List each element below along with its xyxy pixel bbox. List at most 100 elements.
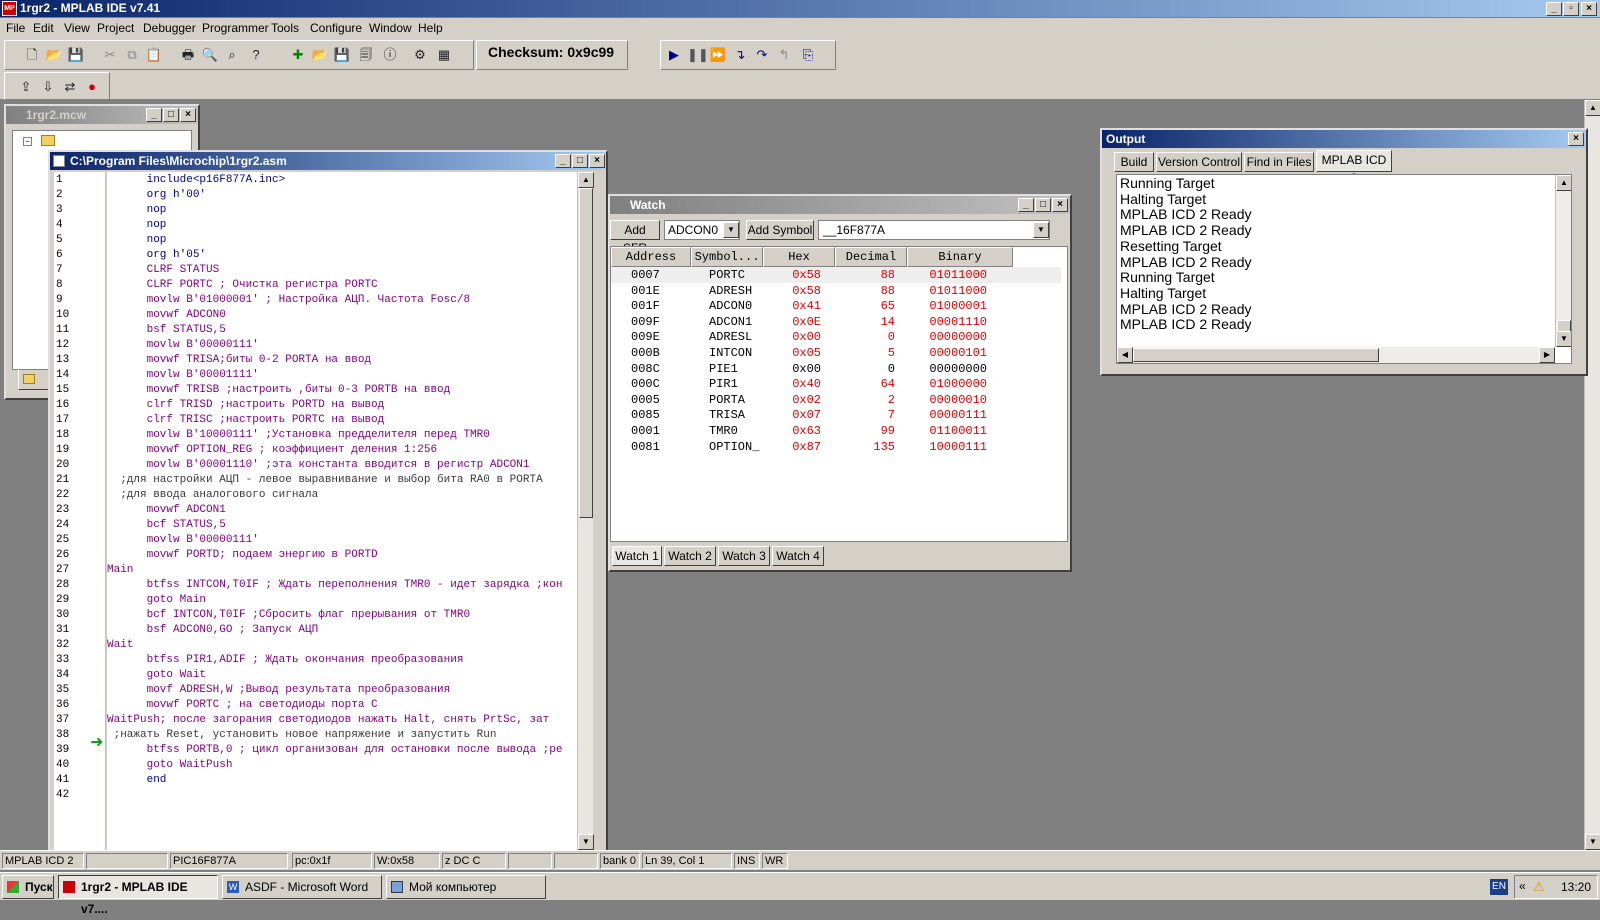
code-line[interactable]: nop — [107, 203, 562, 218]
watch-close-button[interactable]: × — [1052, 198, 1068, 212]
step-over-icon[interactable]: ↷ — [753, 46, 771, 64]
col-binary[interactable]: Binary — [907, 247, 1013, 267]
menu-edit[interactable]: Edit — [33, 21, 54, 35]
tree-expand-icon[interactable]: − — [23, 137, 32, 146]
task-word[interactable]: W ASDF - Microsoft Word — [222, 875, 382, 899]
menu-project[interactable]: Project — [97, 21, 134, 35]
build-all-icon[interactable]: ▦ — [435, 46, 453, 64]
run-icon[interactable]: ▶ — [665, 46, 683, 64]
code-text[interactable]: include<p16F877A.inc> org h'00' nop nop … — [107, 173, 562, 803]
menu-programmer[interactable]: Programmer — [202, 21, 269, 35]
code-line[interactable]: ;для ввода аналогового сигнала — [107, 488, 562, 503]
watch-row[interactable]: 000B INTCON 0x05 5 00000101 — [611, 345, 1061, 361]
output-scroll-down-icon[interactable]: ▼ — [1556, 331, 1571, 347]
col-symbol[interactable]: Symbol... — [691, 247, 763, 267]
editor-maximize-button[interactable]: □ — [572, 154, 588, 168]
code-line[interactable]: nop — [107, 218, 562, 233]
watch-row[interactable]: 000C PIR1 0x40 64 01000000 — [611, 376, 1061, 392]
build-icon[interactable]: ⚙ — [411, 46, 429, 64]
output-text-area[interactable]: Running Target Halting Target MPLAB ICD 2 … — [1116, 174, 1572, 364]
code-line[interactable]: movwf TRISA;биты 0-2 PORTA на ввод — [107, 353, 562, 368]
watch-row[interactable]: 001F ADCON0 0x41 65 01000001 — [611, 298, 1061, 314]
output-horizontal-scrollbar[interactable]: ◀ ▶ — [1117, 347, 1555, 363]
language-indicator[interactable]: EN — [1490, 879, 1508, 895]
output-vertical-scrollbar[interactable]: ▲ ▼ — [1555, 175, 1571, 347]
add-sfr-button[interactable]: Add SFR — [610, 220, 660, 255]
watch-minimize-button[interactable]: _ — [1018, 198, 1034, 212]
sfr-select[interactable]: ADCON0 ▼ — [664, 220, 740, 240]
menu-configure[interactable]: Configure — [310, 21, 362, 35]
read-device-icon[interactable]: ⇩ — [39, 78, 57, 96]
menu-help[interactable]: Help — [418, 21, 443, 35]
find-in-files-icon[interactable]: ⌕ — [223, 46, 241, 64]
close-button[interactable]: × — [1581, 2, 1597, 16]
info-icon[interactable]: ⓘ — [381, 46, 399, 64]
output-scroll-up-icon[interactable]: ▲ — [1556, 175, 1571, 191]
add-symbol-button[interactable]: Add Symbol — [746, 220, 814, 240]
editor-minimize-button[interactable]: _ — [555, 154, 571, 168]
halt-icon[interactable]: ❚❚ — [687, 46, 709, 64]
save-all-icon[interactable]: 🗐 — [357, 46, 375, 64]
tab-version-control[interactable]: Version Control — [1156, 152, 1242, 172]
code-line[interactable]: movlw B'01000001' ; Настройка АЦП. Часто… — [107, 293, 562, 308]
code-line[interactable]: movwf ADCON1 — [107, 503, 562, 518]
code-line[interactable]: end — [107, 773, 562, 788]
code-line[interactable]: movwf PORTD; подаем энергию в PORTD — [107, 548, 562, 563]
code-line[interactable]: movlw B'10000111' ;Установка предделител… — [107, 428, 562, 443]
tab-mplab-icd2[interactable]: MPLAB ICD 2 — [1316, 150, 1392, 185]
watch-row[interactable]: 0001 TMR0 0x63 99 01100011 — [611, 423, 1061, 439]
code-line[interactable]: Main — [107, 563, 562, 578]
menu-window[interactable]: Window — [369, 21, 412, 35]
code-line[interactable]: btfss INTCON,T0IF ; Ждать переполнения T… — [107, 578, 563, 593]
tab-find-in-files[interactable]: Find in Files — [1244, 152, 1314, 172]
find-icon[interactable]: 🔍 — [201, 46, 219, 64]
cut-icon[interactable]: ✂ — [101, 46, 119, 64]
code-line[interactable]: movlw B'00001110' ;эта константа вводитс… — [107, 458, 562, 473]
task-mplab[interactable]: 1rgr2 - MPLAB IDE v7.... — [58, 875, 218, 916]
col-hex[interactable]: Hex — [763, 247, 835, 267]
save-icon[interactable]: 💾 — [67, 46, 85, 64]
step-into-icon[interactable]: ↴ — [731, 46, 749, 64]
new-file-icon[interactable]: 🗋 — [23, 46, 41, 64]
code-line[interactable]: movlw B'00001111' — [107, 368, 562, 383]
mplab-app-icon[interactable]: MP — [2, 1, 17, 16]
restore-button[interactable]: ▫ — [1563, 2, 1579, 16]
output-scroll-left-icon[interactable]: ◀ — [1117, 347, 1133, 363]
print-icon[interactable]: 🖶 — [179, 46, 197, 64]
workspace-close-button[interactable]: × — [180, 108, 196, 122]
code-line[interactable]: goto Main — [107, 593, 562, 608]
task-my-computer[interactable]: Мой компьютер — [386, 875, 546, 899]
output-close-button[interactable]: × — [1568, 132, 1584, 146]
output-hscroll-thumb[interactable] — [1133, 348, 1379, 362]
code-line[interactable]: CLRF STATUS — [107, 263, 562, 278]
menu-view[interactable]: View — [64, 21, 90, 35]
symbol-select[interactable]: __16F877A ▼ — [818, 220, 1050, 240]
code-line[interactable]: movwf ADCON0 — [107, 308, 562, 323]
menu-debugger[interactable]: Debugger — [143, 21, 196, 35]
copy-icon[interactable]: ⧉ — [123, 46, 141, 64]
start-button[interactable]: Пуск — [2, 875, 54, 899]
watch-row[interactable]: 001E ADRESH 0x58 88 01011000 — [611, 283, 1061, 299]
help-icon[interactable]: ? — [247, 46, 265, 64]
step-out-icon[interactable]: ↰ — [775, 46, 793, 64]
editor-scroll-thumb[interactable] — [579, 188, 593, 518]
editor-scroll-down-icon[interactable]: ▼ — [578, 834, 594, 850]
code-line[interactable]: movlw B'00000111' — [107, 533, 562, 548]
editor-vertical-scrollbar[interactable]: ▲ ▼ — [577, 172, 594, 850]
code-line[interactable] — [107, 788, 562, 803]
sfr-dropdown-icon[interactable]: ▼ — [723, 222, 739, 238]
output-scroll-right-icon[interactable]: ▶ — [1539, 347, 1555, 363]
code-line[interactable]: clrf TRISC ;настроить PORTC на вывод — [107, 413, 562, 428]
program-device-icon[interactable]: ⇪ — [17, 78, 35, 96]
code-line[interactable]: clrf TRISD ;настроить PORTD на вывод — [107, 398, 562, 413]
code-line[interactable]: bsf STATUS,5 — [107, 323, 562, 338]
code-line[interactable]: movf ADRESH,W ;Вывод результата преобраз… — [107, 683, 562, 698]
editor-close-button[interactable]: × — [589, 154, 605, 168]
col-decimal[interactable]: Decimal — [835, 247, 907, 267]
watch-row[interactable]: 0005 PORTA 0x02 2 00000010 — [611, 392, 1061, 408]
tab-watch-2[interactable]: Watch 2 — [664, 546, 716, 566]
code-line[interactable]: nop — [107, 233, 562, 248]
code-line[interactable]: movwf OPTION_REG ; коэффициент деления 1… — [107, 443, 562, 458]
watch-row[interactable]: 0007 PORTC 0x58 88 01011000 — [611, 267, 1061, 283]
watch-maximize-button[interactable]: □ — [1035, 198, 1051, 212]
